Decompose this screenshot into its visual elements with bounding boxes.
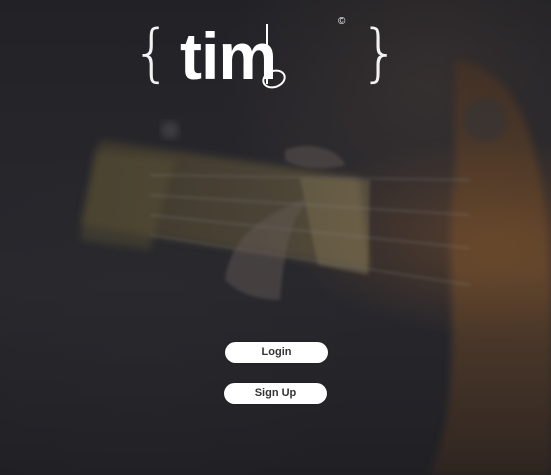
login-screen: { tim © } Login Sign Up xyxy=(0,0,551,475)
copyright-mark: © xyxy=(338,16,346,27)
sign-up-button[interactable]: Sign Up xyxy=(224,383,327,404)
login-button[interactable]: Login xyxy=(225,342,328,363)
logo-left-brace: { xyxy=(132,16,172,89)
app-logo: { tim © } xyxy=(132,16,399,98)
logo-right-brace: } xyxy=(360,16,400,89)
